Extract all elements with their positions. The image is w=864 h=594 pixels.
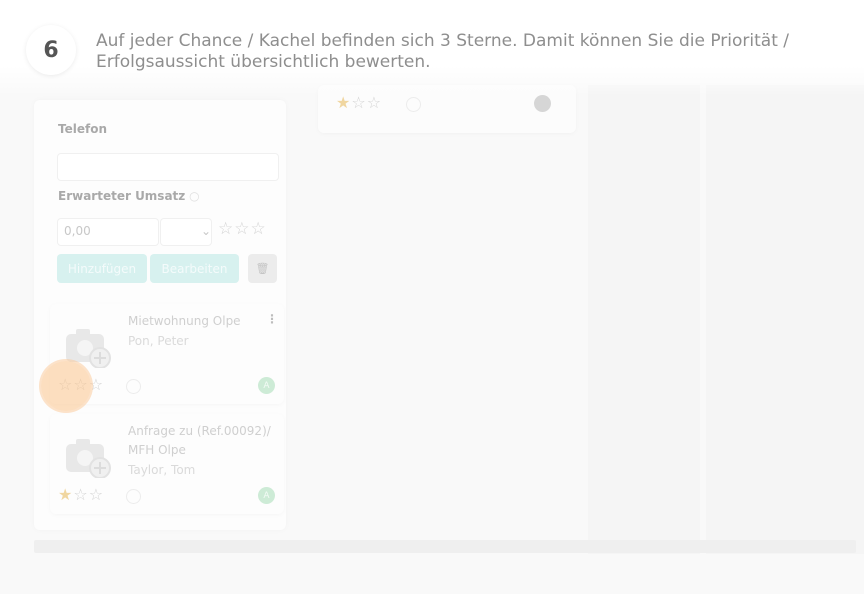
- status-icon[interactable]: [406, 97, 421, 112]
- phone-label: Telefon: [58, 122, 107, 136]
- step-instruction: Auf jeder Chance / Kachel befinden sich …: [96, 31, 789, 72]
- star-icon[interactable]: ★: [58, 485, 73, 504]
- star-icon[interactable]: ☆: [251, 219, 267, 239]
- phone-input[interactable]: [57, 153, 279, 181]
- status-icon[interactable]: [126, 379, 141, 394]
- card-contact: Pon, Peter: [128, 334, 189, 348]
- card-title[interactable]: Mietwohnung Olpe: [128, 312, 278, 331]
- opportunity-card[interactable]: Anfrage zu (Ref.00092)/ MFH Olpe Taylor,…: [50, 414, 284, 514]
- avatar[interactable]: A: [258, 377, 275, 394]
- edit-button[interactable]: Bearbeiten: [150, 254, 239, 283]
- tutorial-header: 6 Auf jeder Chance / Kachel befinden sic…: [0, 0, 864, 96]
- chevron-down-icon: ⌄: [201, 224, 212, 238]
- star-icon[interactable]: ☆: [218, 219, 234, 239]
- status-icon[interactable]: [126, 489, 141, 504]
- star-icon[interactable]: ☆: [234, 219, 250, 239]
- revenue-label: Erwarteter Umsatz ○: [58, 189, 200, 203]
- step-number-badge: 6: [26, 25, 76, 75]
- add-photo-icon[interactable]: [64, 436, 112, 478]
- revenue-input[interactable]: 0,00: [57, 218, 159, 246]
- currency-select[interactable]: ⌄: [160, 218, 212, 246]
- info-icon: ○: [185, 189, 200, 203]
- revenue-value: 0,00: [64, 224, 91, 238]
- delete-button[interactable]: 🗑: [248, 254, 277, 283]
- trash-icon: 🗑: [255, 262, 270, 275]
- avatar[interactable]: A: [258, 487, 275, 504]
- avatar[interactable]: [534, 95, 551, 112]
- star-icon[interactable]: ☆: [89, 485, 104, 504]
- card-title[interactable]: Anfrage zu (Ref.00092)/ MFH Olpe: [128, 422, 278, 460]
- board-column-bg: [706, 85, 864, 554]
- add-button[interactable]: Hinzufügen: [57, 254, 147, 283]
- more-options-icon[interactable]: ⋮: [266, 312, 278, 326]
- card-contact: Taylor, Tom: [128, 463, 196, 477]
- star-rating[interactable]: ★☆☆: [336, 95, 382, 111]
- board-column-bg: [588, 85, 700, 554]
- tutorial-highlight: [41, 361, 91, 411]
- form-star-rating[interactable]: ☆☆☆: [218, 221, 267, 238]
- horizontal-scrollbar[interactable]: [34, 540, 856, 553]
- star-icon[interactable]: ☆: [73, 485, 88, 504]
- star-rating[interactable]: ★☆☆: [58, 487, 104, 503]
